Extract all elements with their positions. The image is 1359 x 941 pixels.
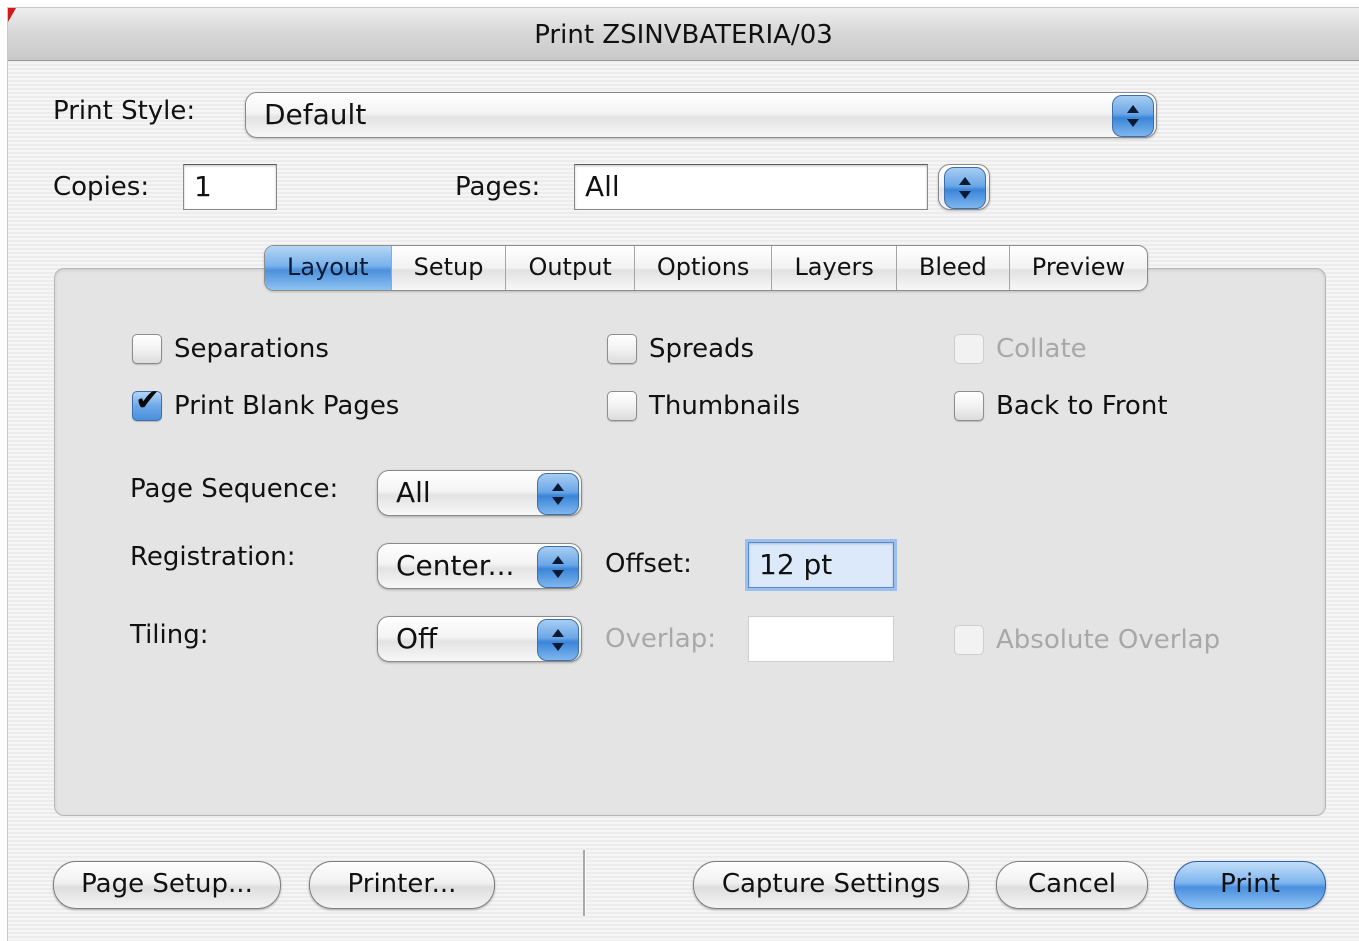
offset-field[interactable]: 12 pt [748, 542, 894, 588]
absolute-overlap-label: Absolute Overlap [996, 625, 1221, 655]
thumbnails-label: Thumbnails [649, 391, 801, 421]
checkbox-box [954, 391, 984, 421]
tab-options[interactable]: Options [633, 246, 772, 290]
print-style-value: Default [264, 98, 367, 131]
pages-menu-button[interactable] [938, 164, 990, 210]
popup-arrows-icon [537, 473, 579, 515]
checkbox-box [607, 334, 637, 364]
page-sequence-value: All [396, 476, 431, 509]
tab-layers[interactable]: Layers [771, 246, 895, 290]
checkbox-box [954, 625, 984, 655]
tiling-value: Off [396, 622, 438, 655]
popup-arrows-icon [537, 546, 579, 588]
pages-label: Pages: [455, 172, 541, 202]
printer-button[interactable]: Printer... [309, 861, 495, 909]
title-bar: Print ZSINVBATERIA/03 [8, 8, 1359, 61]
button-divider [583, 850, 586, 916]
registration-value: Center... [396, 549, 515, 582]
separations-label: Separations [174, 334, 329, 364]
pages-field[interactable]: All [574, 164, 928, 210]
page-sequence-popup[interactable]: All [377, 470, 582, 516]
capture-settings-button[interactable]: Capture Settings [693, 861, 969, 909]
popup-arrows-icon [1112, 95, 1154, 137]
page-sequence-label: Page Sequence: [130, 474, 339, 504]
tab-preview[interactable]: Preview [1008, 246, 1147, 290]
back-to-front-checkbox[interactable]: Back to Front [954, 388, 1168, 424]
checkbox-box [607, 391, 637, 421]
tab-bleed[interactable]: Bleed [895, 246, 1009, 290]
tab-output[interactable]: Output [505, 246, 633, 290]
print-dialog: Print ZSINVBATERIA/03 Print Style: Defau… [8, 8, 1359, 941]
print-blank-pages-label: Print Blank Pages [174, 391, 400, 421]
offset-label: Offset: [605, 549, 692, 579]
popup-arrows-icon [537, 619, 579, 661]
overlap-field [748, 616, 894, 662]
copies-label: Copies: [53, 172, 150, 202]
back-to-front-label: Back to Front [996, 391, 1168, 421]
offset-value: 12 pt [759, 548, 833, 581]
spreads-checkbox[interactable]: Spreads [607, 331, 754, 367]
checkmark-icon: ✔ [135, 383, 161, 418]
thumbnails-checkbox[interactable]: Thumbnails [607, 388, 800, 424]
print-style-popup[interactable]: Default [245, 92, 1157, 138]
checkbox-box [954, 334, 984, 364]
window-corner-marker [8, 8, 16, 22]
tiling-popup[interactable]: Off [377, 616, 582, 662]
print-style-label: Print Style: [53, 96, 196, 126]
spreads-label: Spreads [649, 334, 755, 364]
tab-setup[interactable]: Setup [390, 246, 506, 290]
checkbox-box [132, 334, 162, 364]
copies-field[interactable]: 1 [183, 164, 277, 210]
collate-checkbox: Collate [954, 331, 1087, 367]
separations-checkbox[interactable]: Separations [132, 331, 329, 367]
tab-layout[interactable]: Layout [265, 246, 391, 290]
registration-popup[interactable]: Center... [377, 543, 582, 589]
tab-bar: Layout Setup Output Options Layers Bleed… [264, 245, 1149, 291]
checkbox-box-checked: ✔ [132, 384, 162, 421]
cancel-button[interactable]: Cancel [996, 861, 1148, 909]
print-button[interactable]: Print [1174, 861, 1326, 909]
pages-value: All [585, 170, 620, 203]
copies-value: 1 [194, 170, 212, 203]
tiling-label: Tiling: [130, 620, 209, 650]
registration-label: Registration: [130, 542, 296, 572]
popup-arrows-icon [944, 167, 986, 209]
collate-label: Collate [996, 334, 1087, 364]
window-title: Print ZSINVBATERIA/03 [534, 20, 833, 50]
print-blank-pages-checkbox[interactable]: ✔ Print Blank Pages [132, 384, 400, 424]
overlap-label: Overlap: [605, 624, 716, 654]
page-setup-button[interactable]: Page Setup... [53, 861, 281, 909]
absolute-overlap-checkbox: Absolute Overlap [954, 622, 1220, 658]
